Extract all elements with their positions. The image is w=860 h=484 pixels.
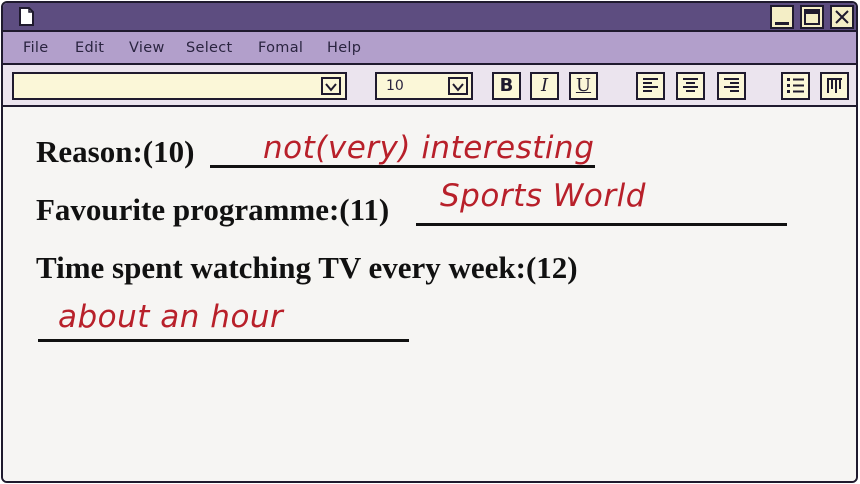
time-spent-label: Time spent watching TV every week:(12) xyxy=(36,250,578,285)
menu-format[interactable]: Fomal xyxy=(258,40,303,56)
app-window: File Edit View Select Fomal Help 10 B I xyxy=(1,1,858,483)
menu-help[interactable]: Help xyxy=(327,40,361,56)
minimize-icon xyxy=(775,22,789,25)
dropdown-arrow-icon xyxy=(325,83,337,92)
align-left-button[interactable] xyxy=(636,72,665,100)
menu-bar: File Edit View Select Fomal Help xyxy=(3,32,856,65)
title-bar[interactable] xyxy=(3,3,856,32)
dropdown-arrow-icon xyxy=(452,83,464,92)
favourite-programme-label: Favourite programme:(11) xyxy=(36,192,390,227)
align-right-button[interactable] xyxy=(717,72,746,100)
answer-blank-11 xyxy=(416,223,787,226)
columns-icon xyxy=(827,78,842,93)
reason-label: Reason:(10) xyxy=(36,134,195,169)
font-dropdown-button[interactable] xyxy=(321,77,341,95)
font-family-select[interactable] xyxy=(12,72,347,100)
answer-blank-12 xyxy=(38,339,409,342)
close-button[interactable] xyxy=(830,5,854,29)
italic-button[interactable]: I xyxy=(530,72,559,100)
align-center-button[interactable] xyxy=(676,72,705,100)
font-size-select[interactable]: 10 xyxy=(375,72,473,100)
bullet-list-button[interactable] xyxy=(781,72,810,100)
font-size-value: 10 xyxy=(386,78,404,94)
bold-button[interactable]: B xyxy=(492,72,521,100)
document-area[interactable]: Reason:(10) not(very) interesting Favour… xyxy=(3,107,856,481)
align-center-icon xyxy=(683,78,698,92)
menu-select[interactable]: Select xyxy=(186,40,233,56)
answer-12: about an hour xyxy=(58,299,284,335)
align-right-icon xyxy=(724,78,739,92)
answer-11: Sports World xyxy=(440,178,646,214)
toolbar: 10 B I U xyxy=(3,65,856,107)
menu-edit[interactable]: Edit xyxy=(75,40,104,56)
answer-10: not(very) interesting xyxy=(263,130,595,166)
size-dropdown-button[interactable] xyxy=(448,77,468,95)
minimize-button[interactable] xyxy=(770,5,794,29)
document-icon xyxy=(19,7,34,26)
menu-view[interactable]: View xyxy=(129,40,165,56)
close-icon xyxy=(835,10,849,24)
maximize-button[interactable] xyxy=(800,5,824,29)
columns-button[interactable] xyxy=(820,72,849,100)
maximize-icon xyxy=(804,9,820,25)
bullet-list-icon xyxy=(787,78,804,93)
menu-file[interactable]: File xyxy=(23,40,48,56)
underline-button[interactable]: U xyxy=(569,72,598,100)
align-left-icon xyxy=(643,78,658,92)
